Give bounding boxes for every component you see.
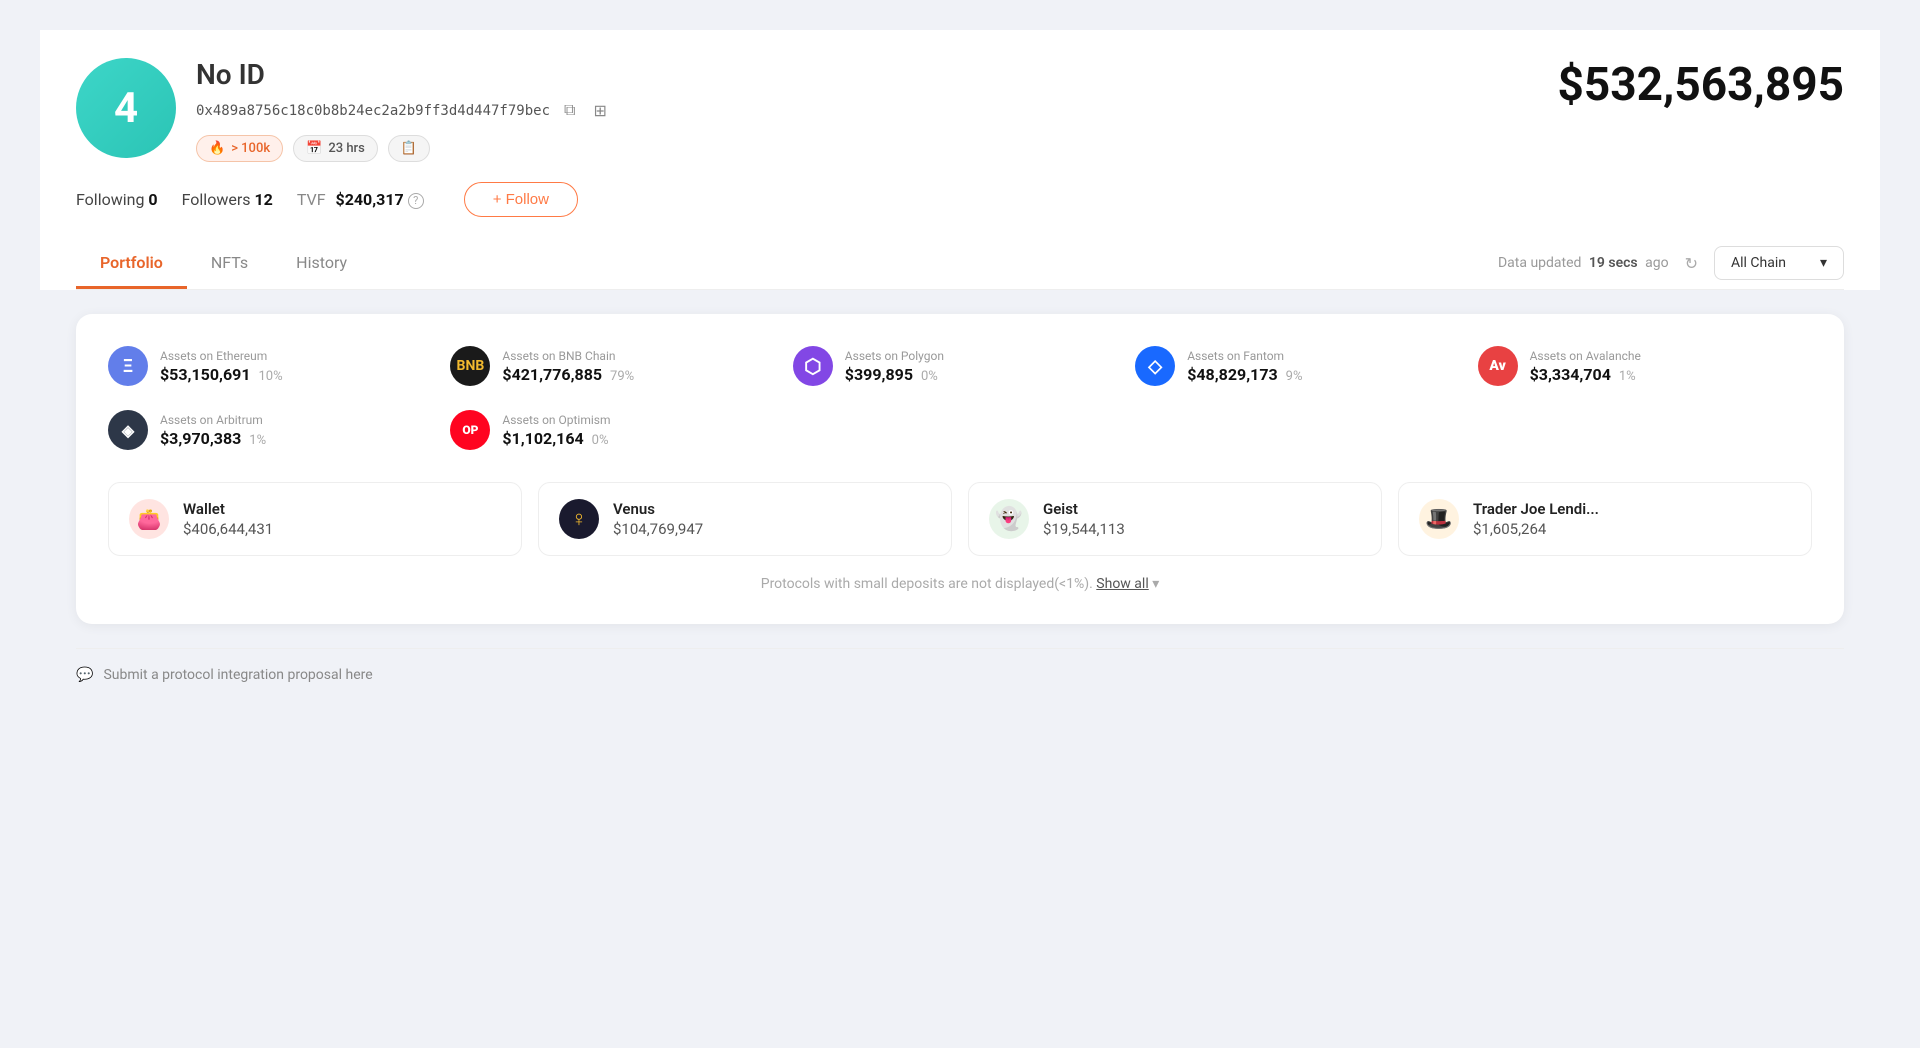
wallet-protocol-value: $406,644,431: [183, 520, 273, 538]
asset-bnb: BNB Assets on BNB Chain $421,776,885 79%: [450, 346, 784, 386]
asset-polygon: ⬡ Assets on Polygon $399,895 0%: [793, 346, 1127, 386]
followers-stat: Followers 12: [182, 190, 273, 209]
optimism-logo: OP: [450, 410, 490, 450]
tab-nfts[interactable]: NFTs: [187, 237, 272, 289]
time-badge: 📅 23 hrs: [293, 135, 378, 162]
traderjoe-logo: 🎩: [1419, 499, 1459, 539]
bnb-value: $421,776,885 79%: [502, 365, 634, 384]
tvf-stat: TVF $240,317 ?: [297, 190, 424, 209]
polygon-label: Assets on Polygon: [845, 349, 944, 363]
points-badge: 🔥 > 100k: [196, 135, 283, 162]
avatar: 4: [76, 58, 176, 158]
show-all-link[interactable]: Show all: [1096, 576, 1148, 592]
document-icon: 📋: [401, 141, 417, 156]
assets-grid-row2: ◈ Assets on Arbitrum $3,970,383 1% OP As…: [108, 410, 1812, 450]
follow-button[interactable]: + Follow: [464, 182, 578, 217]
geist-protocol-value: $19,544,113: [1043, 520, 1125, 538]
avalanche-label: Assets on Avalanche: [1530, 349, 1641, 363]
ethereum-value: $53,150,691 10%: [160, 365, 283, 384]
chevron-down-icon: ▾: [1820, 255, 1827, 271]
asset-fantom: ◇ Assets on Fantom $48,829,173 9%: [1135, 346, 1469, 386]
calendar-icon: 📅: [306, 141, 322, 156]
arbitrum-label: Assets on Arbitrum: [160, 413, 266, 427]
avalanche-value: $3,334,704 1%: [1530, 365, 1641, 384]
data-updated-text: Data updated 19 secs ago: [1498, 255, 1669, 271]
asset-avalanche: Av Assets on Avalanche $3,334,704 1%: [1478, 346, 1812, 386]
wallet-protocol-name: Wallet: [183, 500, 273, 518]
traderjoe-protocol-name: Trader Joe Lendi...: [1473, 500, 1599, 518]
tab-portfolio[interactable]: Portfolio: [76, 237, 187, 289]
refresh-icon[interactable]: ↻: [1685, 254, 1698, 273]
assets-grid-row1: Ξ Assets on Ethereum $53,150,691 10% BNB…: [108, 346, 1812, 386]
fantom-logo: ◇: [1135, 346, 1175, 386]
arbitrum-value: $3,970,383 1%: [160, 429, 266, 448]
chain-selector[interactable]: All Chain ▾: [1714, 246, 1844, 280]
footer-proposal[interactable]: 💬 Submit a protocol integration proposal…: [40, 649, 1880, 701]
venus-protocol-value: $104,769,947: [613, 520, 703, 538]
qr-code-button[interactable]: ⊞: [589, 99, 610, 123]
protocol-wallet[interactable]: 👛 Wallet $406,644,431: [108, 482, 522, 556]
asset-ethereum: Ξ Assets on Ethereum $53,150,691 10%: [108, 346, 442, 386]
bnb-logo: BNB: [450, 346, 490, 386]
small-deposits-note: Protocols with small deposits are not di…: [108, 576, 1812, 592]
asset-optimism: OP Assets on Optimism $1,102,164 0%: [450, 410, 784, 450]
fantom-label: Assets on Fantom: [1187, 349, 1302, 363]
notes-badge: 📋: [388, 135, 430, 162]
following-stat: Following 0: [76, 190, 158, 209]
chat-icon: 💬: [76, 667, 93, 683]
protocol-traderjoe[interactable]: 🎩 Trader Joe Lendi... $1,605,264: [1398, 482, 1812, 556]
fantom-value: $48,829,173 9%: [1187, 365, 1302, 384]
polygon-logo: ⬡: [793, 346, 833, 386]
wallet-logo: 👛: [129, 499, 169, 539]
footer-proposal-text: Submit a protocol integration proposal h…: [103, 667, 372, 683]
chevron-down-icon: ▾: [1152, 576, 1159, 592]
protocols-grid: 👛 Wallet $406,644,431 ♀ Venus $104,769,9…: [108, 482, 1812, 556]
avalanche-logo: Av: [1478, 346, 1518, 386]
asset-arbitrum: ◈ Assets on Arbitrum $3,970,383 1%: [108, 410, 442, 450]
wallet-address: 0x489a8756c18c0b8b24ec2a2b9ff3d4d447f79b…: [196, 103, 550, 119]
flame-icon: 🔥: [209, 141, 225, 156]
optimism-value: $1,102,164 0%: [502, 429, 610, 448]
tvf-help-icon[interactable]: ?: [408, 193, 424, 209]
bnb-label: Assets on BNB Chain: [502, 349, 634, 363]
geist-protocol-name: Geist: [1043, 500, 1125, 518]
venus-protocol-name: Venus: [613, 500, 703, 518]
ethereum-label: Assets on Ethereum: [160, 349, 283, 363]
venus-logo: ♀: [559, 499, 599, 539]
arbitrum-logo: ◈: [108, 410, 148, 450]
copy-address-button[interactable]: ⧉: [560, 100, 579, 122]
total-portfolio-value: $532,563,895: [1557, 58, 1844, 112]
geist-logo: 👻: [989, 499, 1029, 539]
traderjoe-protocol-value: $1,605,264: [1473, 520, 1599, 538]
profile-name: No ID: [196, 58, 611, 91]
protocol-venus[interactable]: ♀ Venus $104,769,947: [538, 482, 952, 556]
ethereum-logo: Ξ: [108, 346, 148, 386]
tab-history[interactable]: History: [272, 237, 371, 289]
optimism-label: Assets on Optimism: [502, 413, 610, 427]
protocol-geist[interactable]: 👻 Geist $19,544,113: [968, 482, 1382, 556]
polygon-value: $399,895 0%: [845, 365, 944, 384]
